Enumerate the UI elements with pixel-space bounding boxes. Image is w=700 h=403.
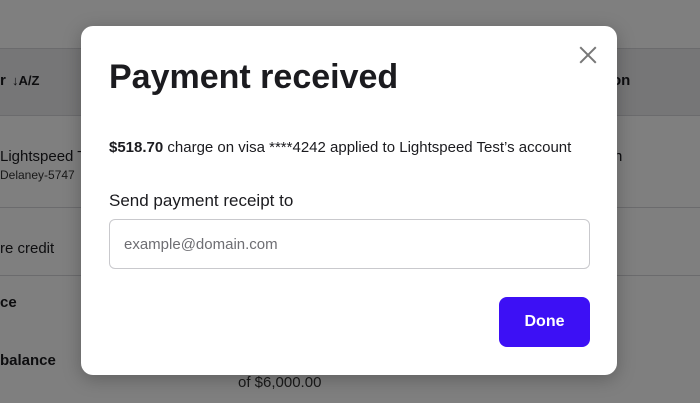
payment-summary: $518.70 charge on visa ****4242 applied …: [109, 139, 571, 156]
receipt-email-label: Send payment receipt to: [109, 191, 294, 210]
done-button[interactable]: Done: [499, 297, 590, 347]
receipt-email-input[interactable]: [109, 219, 590, 269]
payment-received-dialog: Payment received $518.70 charge on visa …: [81, 26, 617, 375]
dialog-title: Payment received: [109, 58, 399, 96]
close-icon[interactable]: [577, 44, 599, 66]
payment-amount: $518.70: [109, 139, 164, 156]
payment-summary-text: charge on visa ****4242 applied to Light…: [163, 139, 572, 156]
